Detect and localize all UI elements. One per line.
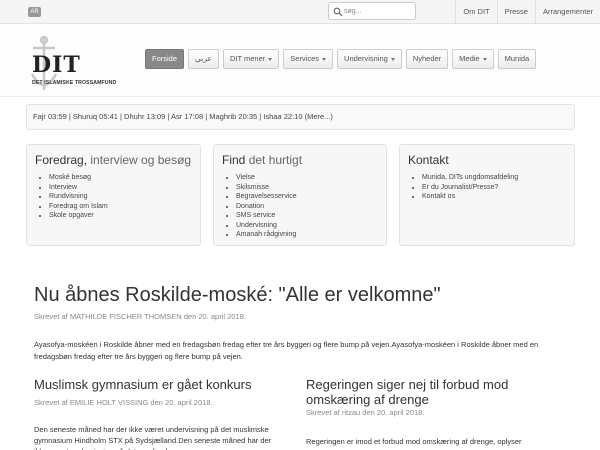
box-heading-main: Foredrag, — [35, 153, 88, 167]
search-box[interactable] — [328, 2, 416, 20]
list-item[interactable]: Interview — [49, 183, 192, 193]
article-byline: Skrevet af ritzau den 20. april 2018. — [306, 408, 425, 417]
nav-label: Undervisning — [344, 54, 388, 63]
box-find: Find det hurtigt Vielse Skilsmisse Begra… — [213, 144, 387, 246]
nav-label: Munida — [504, 54, 530, 63]
nav-label: Services — [290, 54, 320, 63]
article-body: Regeringen er imod et forbud mod omskæri… — [306, 437, 522, 446]
list-item[interactable]: Skilsmisse — [236, 183, 378, 193]
top-bar: AR Om DIT Presse Arrangementer — [0, 0, 600, 24]
main-article-byline: Skrevet af MATHILDE FISCHER THOMSEN den … — [34, 312, 246, 321]
list-item[interactable]: Moské besøg — [49, 173, 192, 183]
box-heading: Kontakt — [408, 153, 449, 167]
nav-item-undervisning[interactable]: Undervisning — [337, 49, 402, 69]
box-heading: Find det hurtigt — [222, 153, 378, 167]
nav-item-medie[interactable]: Medie — [452, 49, 494, 69]
list-item[interactable]: Donation — [236, 202, 378, 212]
box-heading-accent: det hurtigt — [248, 153, 303, 167]
logo-text: DIT — [32, 52, 81, 78]
chevron-down-icon — [322, 57, 327, 61]
article-title[interactable]: Regeringen siger nej til forbud mod omsk… — [306, 377, 556, 407]
top-link-om-dit[interactable]: Om DIT — [455, 0, 496, 24]
chevron-down-icon — [268, 57, 273, 61]
list-item[interactable]: Kontakt os — [422, 192, 566, 202]
box-foredrag: Foredrag, interview og besøg Moské besøg… — [26, 144, 201, 246]
list-item[interactable]: Rundvisning — [49, 192, 192, 202]
search-icon — [333, 7, 343, 17]
logo-subtitle: DET ISLAMISKE TROSSAMFUND — [32, 80, 117, 86]
article-body: Den seneste måned har der ikke været und… — [34, 425, 272, 450]
list-item[interactable]: Foredrag om Islam — [49, 202, 192, 212]
language-badge[interactable]: AR — [28, 7, 41, 17]
box-heading-main: Find — [222, 153, 246, 167]
nav-label: DIT mener — [229, 54, 266, 63]
article-title[interactable]: Muslimsk gymnasium er gået konkurs — [34, 377, 294, 392]
nav-item-nyheder[interactable]: Nyheder — [405, 49, 449, 69]
main-article-title[interactable]: Nu åbnes Roskilde-moské: "Alle er velkom… — [34, 284, 441, 307]
chevron-down-icon — [390, 57, 395, 61]
nav-label: Forside — [152, 54, 178, 63]
list-item[interactable]: Skole opgaver — [49, 211, 192, 221]
main-article-body: Ayasofya-moskéen i Roskilde åbner med en… — [34, 340, 539, 361]
box-kontakt: Kontakt Munida, DITs ungdomsafdeling Er … — [399, 144, 575, 246]
nav-item-arabic[interactable]: عربي — [188, 49, 219, 69]
box-heading-accent: interview og besøg — [90, 153, 192, 167]
site-header: DIT DET ISLAMISKE TROSSAMFUND Forside عر… — [0, 25, 600, 97]
nav-label: عربي — [195, 54, 212, 63]
box-heading: Foredrag, interview og besøg — [35, 153, 192, 167]
list-item[interactable]: SMS service — [236, 211, 378, 221]
list-item[interactable]: Er du Journalist/Presse? — [422, 183, 566, 193]
top-link-presse[interactable]: Presse — [496, 0, 535, 24]
article-byline: Skrevet af EMILIE HOLT VISSING den 20. a… — [34, 398, 213, 407]
chevron-down-icon — [482, 57, 487, 61]
list-item[interactable]: Vielse — [236, 173, 378, 183]
nav-item-dit-mener[interactable]: DIT mener — [222, 49, 280, 69]
nav-item-services[interactable]: Services — [283, 49, 334, 69]
top-link-arrangementer[interactable]: Arrangementer — [534, 0, 600, 24]
nav-item-forside[interactable]: Forside — [145, 49, 185, 69]
list-item[interactable]: Amanah rådgivning — [236, 230, 378, 240]
nav-label: Medie — [459, 54, 480, 63]
list-item[interactable]: Begravelsesservice — [236, 192, 378, 202]
nav-item-munida[interactable]: Munida — [497, 49, 537, 69]
main-nav: Forside عربي DIT mener Services Undervis… — [145, 49, 537, 69]
list-item[interactable]: Munida, DITs ungdomsafdeling — [422, 173, 566, 183]
list-item[interactable]: Undervisning — [236, 221, 378, 231]
prayer-times-bar[interactable]: Fajr 03:59 | Shuruq 05:41 | Dhuhr 13:09 … — [26, 104, 575, 130]
nav-label: Nyheder — [412, 54, 442, 63]
site-logo[interactable]: DIT DET ISLAMISKE TROSSAMFUND — [28, 35, 128, 98]
search-input[interactable] — [344, 5, 412, 18]
